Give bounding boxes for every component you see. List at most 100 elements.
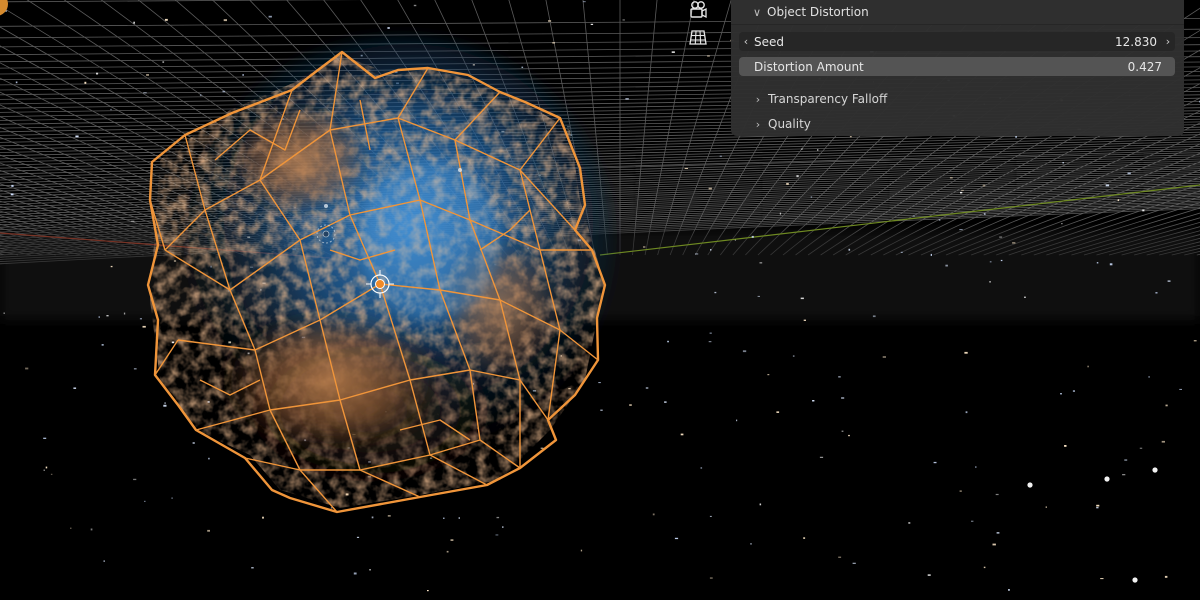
star [801,148,803,150]
star [101,344,104,346]
star [1060,393,1062,395]
star [900,251,903,253]
star [1179,388,1182,390]
star [582,1,586,3]
star [989,281,991,283]
star [964,351,968,354]
star [580,549,583,552]
star [1167,280,1171,282]
star [999,236,1003,238]
star [930,253,932,256]
star [1100,578,1104,580]
star [908,522,911,524]
star [1105,184,1110,187]
star [1061,223,1063,225]
star [548,20,552,22]
star [622,19,625,21]
star [106,315,109,317]
star [43,469,45,471]
star [443,517,445,519]
star [371,516,374,519]
star [882,356,886,358]
star [208,457,210,460]
star [792,355,795,357]
star [387,515,391,517]
star [667,340,669,343]
star [852,562,856,564]
star [1062,162,1064,164]
star [800,297,804,300]
seed-value[interactable]: 12.830 [1115,35,1161,49]
star [796,175,799,178]
star [98,316,100,318]
star [959,229,963,231]
star [110,108,112,111]
star [590,23,594,25]
star [759,262,763,264]
star [163,404,167,407]
star [776,411,780,413]
star [848,248,851,251]
star [446,550,449,553]
decrement-arrow-icon[interactable]: ‹ [739,35,753,48]
star [742,350,747,353]
star [927,574,931,576]
star [819,456,824,458]
star [427,590,429,592]
star [803,537,806,539]
star [1127,172,1131,175]
star [1096,504,1100,507]
star [812,400,815,402]
bright-star [1027,482,1033,488]
star [502,526,504,528]
star [15,81,18,84]
star [139,318,142,320]
star [496,516,500,519]
star [714,291,717,294]
star [142,325,146,328]
star [450,539,454,541]
distortion-amount-slider[interactable]: Distortion Amount 0.427 [739,57,1175,76]
star [96,72,99,75]
star [1012,242,1016,244]
star [708,187,712,190]
star [786,182,789,185]
star [1015,136,1017,138]
grid-icon [689,30,707,45]
star [664,401,667,403]
grid-view-button[interactable] [688,27,712,51]
star [680,433,684,436]
offscreen-object[interactable] [0,0,8,16]
star [933,461,937,464]
star [961,189,964,191]
star [671,51,675,53]
star [1008,589,1010,591]
star [353,572,357,575]
transparency-falloff-subpanel[interactable]: › Transparency Falloff [731,88,1184,110]
star [1096,507,1099,509]
star [759,503,762,506]
seed-field[interactable]: ‹ Seed 12.830 › [739,32,1175,51]
star [1142,209,1145,212]
star [700,467,703,469]
star [1024,296,1026,298]
star [73,387,77,389]
star [645,387,649,389]
star [387,27,390,29]
quality-subpanel[interactable]: › Quality [731,113,1184,135]
star [838,556,842,558]
increment-arrow-icon[interactable]: › [1161,35,1175,48]
star [268,15,272,18]
3d-viewport[interactable]: ∨ Object Distortion ‹ Seed 12.830 › Dist… [0,0,1200,600]
star [458,517,460,519]
object-distortion-header[interactable]: ∨ Object Distortion [731,0,1184,25]
star [133,478,137,481]
star [1087,365,1089,368]
star [110,265,113,268]
star [996,532,1000,534]
star [684,167,688,169]
star [1109,263,1113,266]
star [43,437,47,439]
camera-view-button[interactable] [688,0,712,24]
distortion-amount-value[interactable]: 0.427 [1128,60,1175,74]
